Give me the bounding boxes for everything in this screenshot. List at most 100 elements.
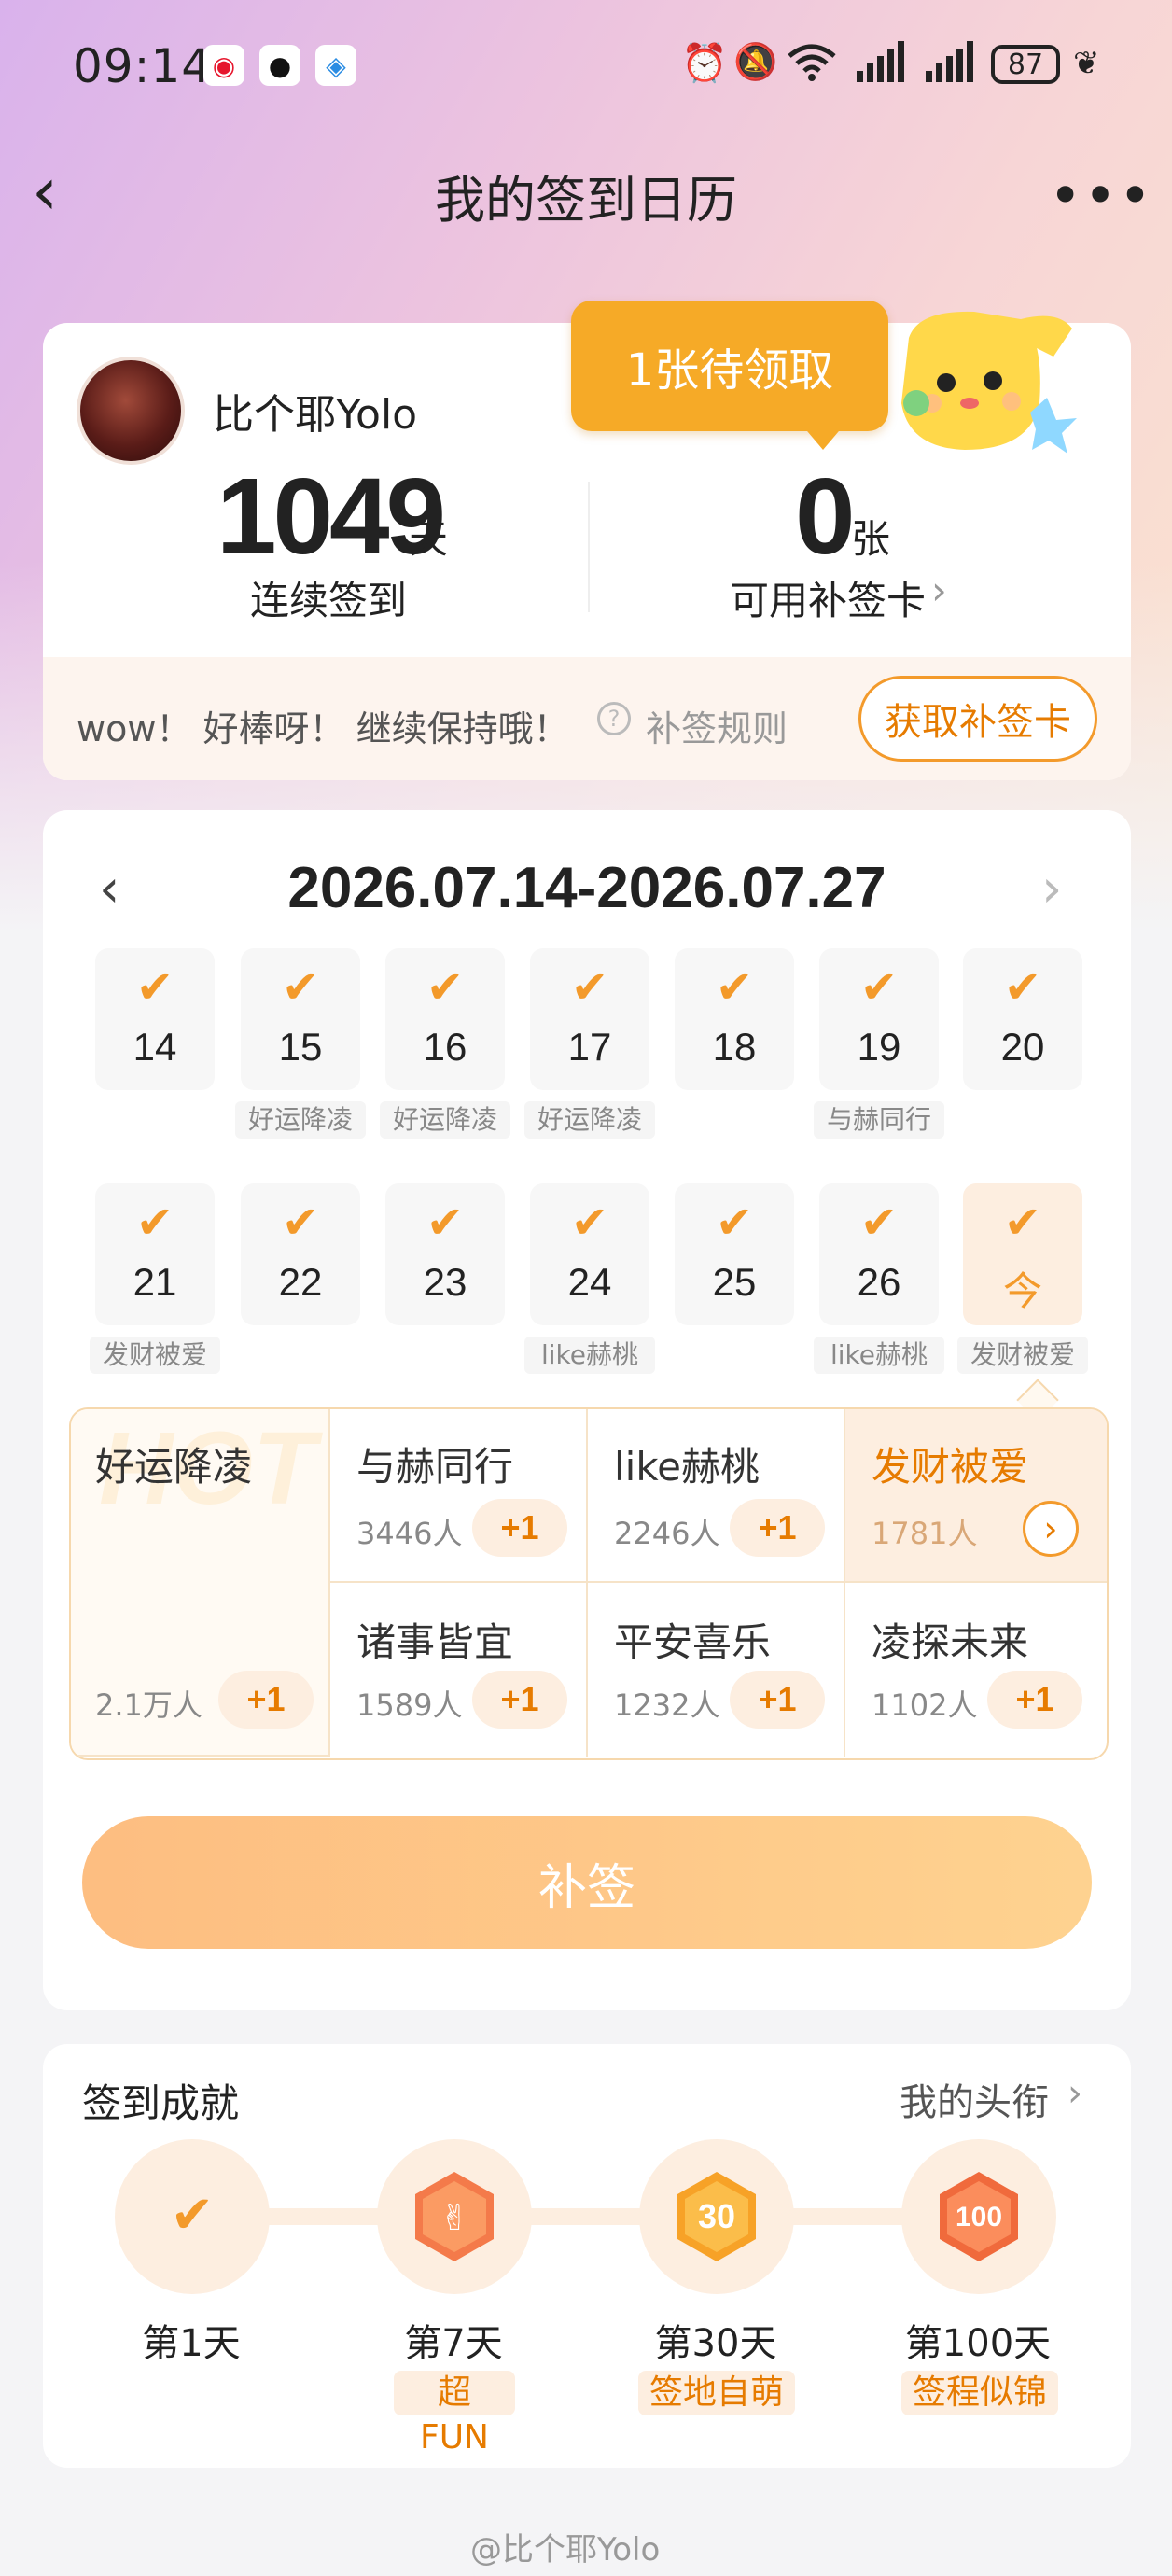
day-number: 19	[857, 1025, 901, 1069]
check-icon: ✔	[715, 961, 754, 1014]
check-icon: ✔	[426, 961, 465, 1014]
blessing-count: 1589人	[356, 1687, 463, 1723]
alarm-icon: ⏰	[681, 42, 728, 85]
blessing-item-selected[interactable]: 发财被爱 1781人 ›	[845, 1409, 1107, 1583]
day-number: 21	[133, 1260, 177, 1304]
praise-text: wow！ 好棒呀！ 继续保持哦！	[77, 708, 569, 749]
chevron-right-icon[interactable]: ›	[1023, 1501, 1079, 1557]
calendar-day[interactable]: ✔ 16	[385, 948, 505, 1090]
calendar-day[interactable]: ✔ 26	[819, 1183, 939, 1325]
blessing-count: 1781人	[872, 1516, 978, 1551]
claim-bubble-tail	[802, 426, 844, 450]
check-icon: ✔	[426, 1197, 465, 1249]
blessing-title: 凌探未来	[872, 1619, 1029, 1665]
rock-hand-badge-icon: ✌	[406, 2168, 503, 2265]
calendar-day[interactable]: ✔ 24	[530, 1183, 649, 1325]
milestone-day: 第1天	[142, 2322, 241, 2365]
plus-one-button[interactable]: +1	[730, 1499, 825, 1557]
claim-bubble[interactable]: 1张待领取	[571, 301, 888, 431]
day-tag: 发财被爱	[957, 1337, 1088, 1374]
plus-one-button[interactable]: +1	[730, 1671, 825, 1729]
watermark: @比个耶Yolo	[470, 2531, 661, 2569]
question-icon[interactable]: ?	[597, 702, 631, 735]
qq-icon: ●	[259, 45, 300, 86]
mascot-icon	[881, 301, 1086, 459]
check-icon: ✔	[1003, 1197, 1042, 1249]
check-icon: ✔	[1003, 961, 1042, 1014]
day-number: 25	[712, 1260, 757, 1304]
calendar-day[interactable]: ✔ 25	[675, 1183, 794, 1325]
calendar-day[interactable]: ✔ 21	[95, 1183, 215, 1325]
encouragement-bar: wow！ 好棒呀！ 继续保持哦！ ? 补签规则 获取补签卡	[43, 657, 1131, 780]
blessing-item[interactable]: 凌探未来 1102人 +1	[845, 1583, 1107, 1757]
day-tag: 好运降凌	[380, 1101, 510, 1139]
plus-one-button[interactable]: +1	[218, 1671, 314, 1729]
blessing-title: 诸事皆宜	[356, 1619, 514, 1665]
milestone-badge[interactable]: 100	[901, 2139, 1056, 2294]
check-icon: ✔	[170, 2185, 215, 2246]
plus-one-button[interactable]: +1	[987, 1671, 1082, 1729]
more-button[interactable]: •••	[1049, 163, 1153, 229]
day-tag: 好运降凌	[524, 1101, 655, 1139]
status-bar: 09:14 ◉ ● ◈ ⏰ 🔕 87 ❦	[0, 0, 1172, 131]
browser-icon: ◈	[315, 45, 356, 86]
blessing-count: 2246人	[614, 1516, 720, 1551]
plus-one-button[interactable]: +1	[472, 1671, 567, 1729]
cards-link[interactable]: 可用补签卡	[730, 569, 926, 626]
rules-link[interactable]: 补签规则	[646, 700, 788, 751]
streak-label: 连续签到	[250, 578, 408, 623]
day-tag: 与赫同行	[814, 1101, 944, 1139]
next-range-button[interactable]: ›	[1041, 859, 1062, 919]
calendar-day-today[interactable]: ✔ 今	[963, 1183, 1082, 1325]
calendar-range: 2026.07.14-2026.07.27	[287, 856, 886, 920]
achievements-card: 签到成就 我的头衔 › ✔ 第1天 ✌ 第7天 超FUN 30 第30天 签地自…	[43, 2044, 1131, 2468]
divider	[588, 482, 590, 612]
blessing-count: 1232人	[614, 1687, 720, 1723]
blessing-item[interactable]: 诸事皆宜 1589人 +1	[330, 1583, 588, 1757]
calendar-day[interactable]: ✔ 14	[95, 948, 215, 1090]
blessing-featured[interactable]: HOT 好运降凌 2.1万人 +1	[71, 1409, 330, 1757]
chevron-right-icon: ›	[1067, 2072, 1082, 2115]
check-icon: ✔	[859, 961, 899, 1014]
day-number: 18	[712, 1025, 757, 1069]
calendar-day[interactable]: ✔ 18	[675, 948, 794, 1090]
day-tag: like赫桃	[814, 1337, 944, 1374]
weibo-icon: ◉	[203, 45, 244, 86]
battery-level: 87	[1007, 48, 1044, 81]
day-tag: 发财被爱	[90, 1337, 220, 1374]
more-icon: •••	[1049, 163, 1154, 229]
milestone-tag: 超FUN	[394, 2371, 515, 2457]
blessing-item[interactable]: 与赫同行 3446人 +1	[330, 1409, 588, 1583]
page-title: 我的签到日历	[435, 171, 737, 230]
streak-unit: 天	[409, 516, 449, 562]
blessing-title: 好运降凌	[95, 1444, 253, 1490]
milestone-badge[interactable]: ✌	[377, 2139, 532, 2294]
calendar-day[interactable]: ✔ 19	[819, 948, 939, 1090]
day-number: 14	[133, 1025, 177, 1069]
my-titles-link[interactable]: 我的头衔	[900, 2072, 1049, 2126]
check-icon: ✔	[135, 961, 174, 1014]
calendar-day[interactable]: ✔ 20	[963, 948, 1082, 1090]
calendar-day[interactable]: ✔ 17	[530, 948, 649, 1090]
calendar-card: ‹ 2026.07.14-2026.07.27 › ✔ 14 ✔ 15 好运降凌…	[43, 810, 1131, 2010]
blessing-item[interactable]: like赫桃 2246人 +1	[588, 1409, 845, 1583]
day-number: 15	[278, 1025, 323, 1069]
milestone-day: 第7天	[404, 2322, 503, 2365]
day-number: 今	[1002, 1269, 1042, 1313]
resign-button[interactable]: 补签	[82, 1816, 1092, 1949]
plus-one-button[interactable]: +1	[472, 1499, 567, 1557]
signal-icon	[855, 41, 905, 88]
calendar-day[interactable]: ✔ 22	[241, 1183, 360, 1325]
thirty-days-badge-icon: 30	[668, 2168, 765, 2265]
get-card-button[interactable]: 获取补签卡	[858, 676, 1097, 762]
battery-indicator: 87	[991, 45, 1060, 84]
calendar-day[interactable]: ✔ 23	[385, 1183, 505, 1325]
blessing-item[interactable]: 平安喜乐 1232人 +1	[588, 1583, 845, 1757]
cards-value: 0	[795, 455, 856, 577]
calendar-day[interactable]: ✔ 15	[241, 948, 360, 1090]
avatar[interactable]	[77, 357, 185, 465]
day-number: 22	[278, 1260, 323, 1304]
milestone-badge[interactable]: ✔	[115, 2139, 270, 2294]
username: 比个耶Yolo	[213, 391, 418, 439]
milestone-badge[interactable]: 30	[639, 2139, 794, 2294]
